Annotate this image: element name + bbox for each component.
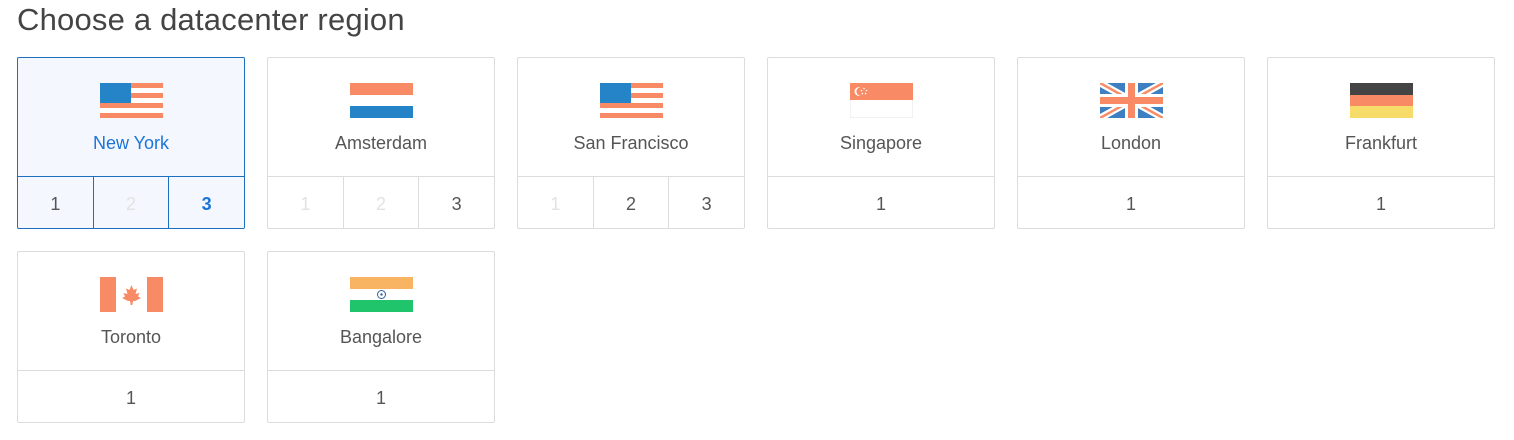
datacenter-list: 1 xyxy=(1018,176,1244,228)
us-flag-icon xyxy=(100,83,163,118)
region-name: Amsterdam xyxy=(334,133,428,153)
datacenter-list: 1 2 3 xyxy=(518,176,744,228)
region-name: Frankfurt xyxy=(1344,133,1418,153)
datacenter-list: 1 xyxy=(768,176,994,228)
netherlands-flag-icon xyxy=(350,83,413,118)
region-select-london[interactable]: London xyxy=(1018,58,1244,176)
datacenter-option-1[interactable]: 1 xyxy=(18,371,244,422)
datacenter-option-1[interactable]: 1 xyxy=(1018,177,1244,228)
region-select-san-francisco[interactable]: San Francisco xyxy=(518,58,744,176)
datacenter-option-1: 1 xyxy=(300,193,311,214)
uk-flag-icon xyxy=(1100,83,1163,118)
region-card-london[interactable]: London 1 xyxy=(1017,57,1245,229)
region-card-san-francisco[interactable]: San Francisco 1 2 3 xyxy=(517,57,745,229)
page-title: Choose a datacenter region xyxy=(17,2,405,37)
region-name: Bangalore xyxy=(339,327,423,347)
region-card-singapore[interactable]: Singapore 1 xyxy=(767,57,995,229)
datacenter-option-1[interactable]: 1 xyxy=(18,177,93,228)
datacenter-list: 1 2 3 xyxy=(18,176,244,228)
region-select-singapore[interactable]: Singapore xyxy=(768,58,994,176)
india-flag-icon xyxy=(350,277,413,312)
datacenter-option-1[interactable]: 1 xyxy=(1268,177,1494,228)
canada-flag-icon xyxy=(100,277,163,312)
datacenter-option-2: 2 xyxy=(92,177,169,228)
datacenter-option-2: 2 xyxy=(342,177,419,228)
region-name: San Francisco xyxy=(573,133,689,153)
region-select-toronto[interactable]: Toronto xyxy=(18,252,244,370)
singapore-flag-icon xyxy=(850,83,913,118)
datacenter-list: 1 xyxy=(268,370,494,422)
datacenter-option-3[interactable]: 3 xyxy=(418,177,494,228)
region-select-amsterdam[interactable]: Amsterdam xyxy=(268,58,494,176)
region-card-frankfurt[interactable]: Frankfurt 1 xyxy=(1267,57,1495,229)
datacenter-option-1[interactable]: 1 xyxy=(768,177,994,228)
region-card-bangalore[interactable]: Bangalore 1 xyxy=(267,251,495,423)
datacenter-option-3[interactable]: 3 xyxy=(168,177,244,228)
datacenter-list: 1 2 3 xyxy=(268,176,494,228)
region-name: New York xyxy=(92,133,170,153)
region-name: Singapore xyxy=(839,133,923,153)
germany-flag-icon xyxy=(1350,83,1413,118)
datacenter-list: 1 xyxy=(1268,176,1494,228)
us-flag-icon xyxy=(600,83,663,118)
region-name: Toronto xyxy=(100,327,162,347)
datacenter-option-1[interactable]: 1 xyxy=(268,371,494,422)
region-card-toronto[interactable]: Toronto 1 xyxy=(17,251,245,423)
region-card-new-york[interactable]: New York 1 2 3 xyxy=(17,57,245,229)
region-select-frankfurt[interactable]: Frankfurt xyxy=(1268,58,1494,176)
region-select-bangalore[interactable]: Bangalore xyxy=(268,252,494,370)
datacenter-list: 1 xyxy=(18,370,244,422)
datacenter-option-3[interactable]: 3 xyxy=(668,177,744,228)
region-name: London xyxy=(1100,133,1162,153)
region-card-amsterdam[interactable]: Amsterdam 1 2 3 xyxy=(267,57,495,229)
region-select-new-york[interactable]: New York xyxy=(18,58,244,176)
datacenter-option-2[interactable]: 2 xyxy=(592,177,669,228)
datacenter-option-1: 1 xyxy=(550,193,561,214)
